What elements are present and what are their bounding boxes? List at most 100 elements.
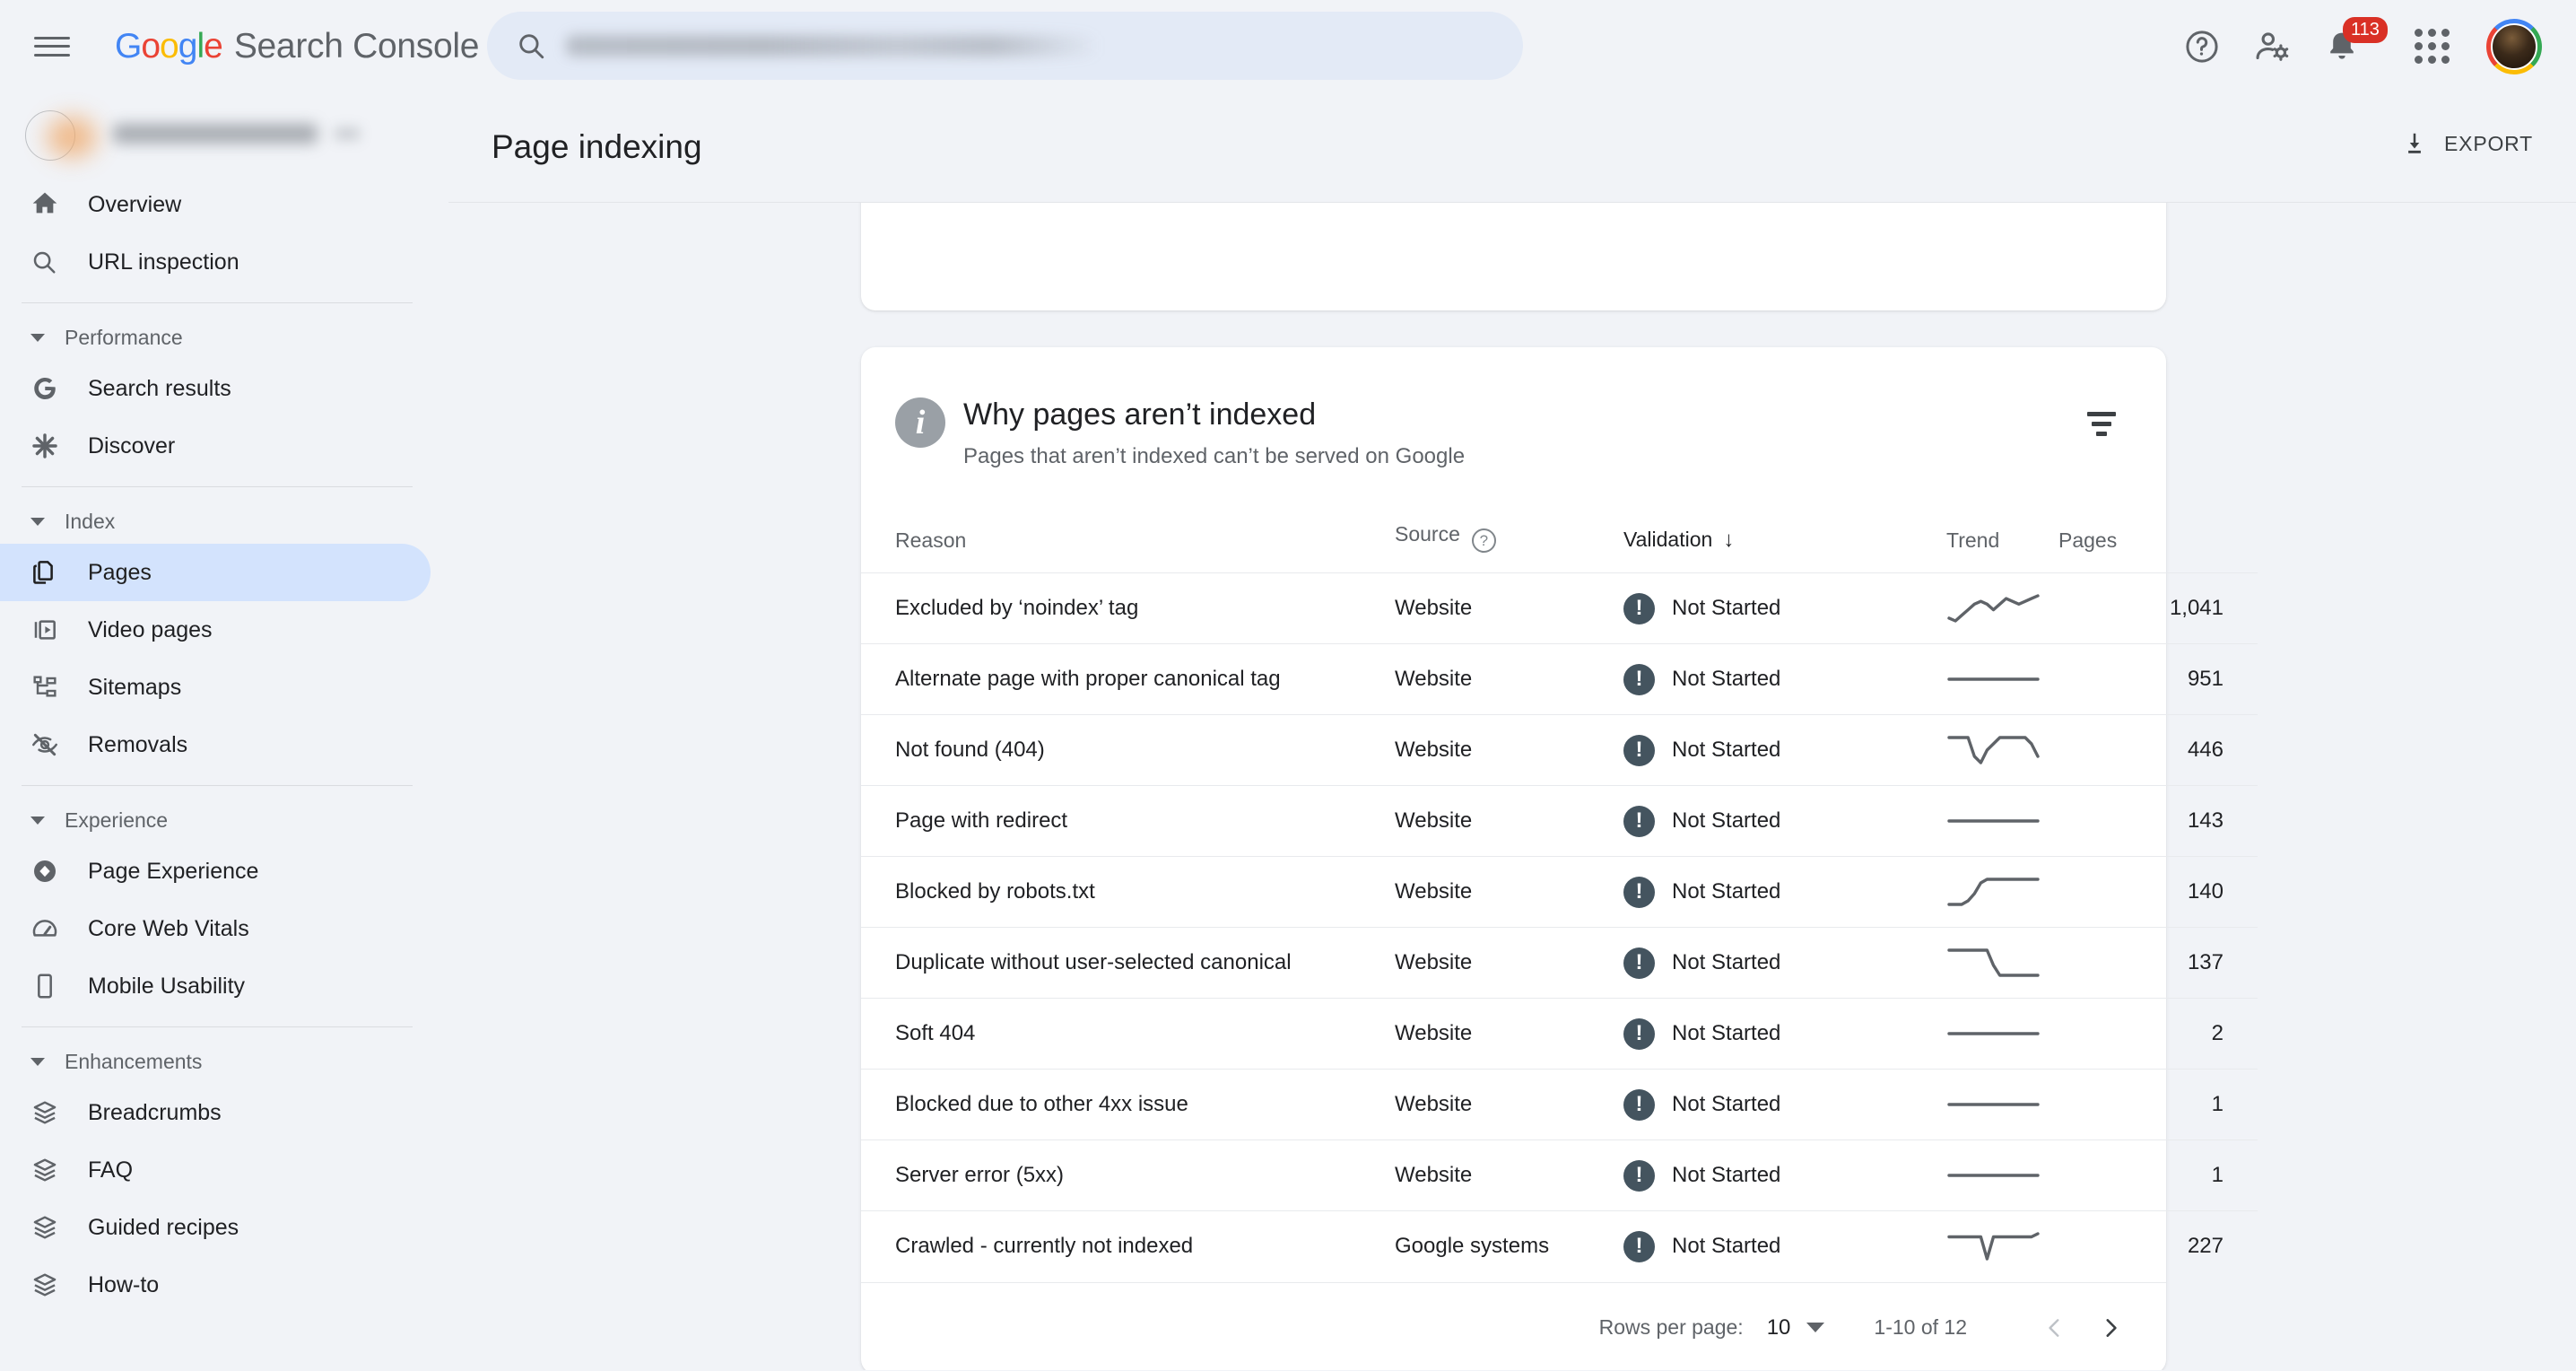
chevron-down-icon (30, 334, 45, 342)
table-row[interactable]: Duplicate without user-selected canonica… (861, 928, 2258, 999)
export-label: EXPORT (2444, 132, 2533, 156)
cell-source: Website (1395, 644, 1623, 715)
sidebar-item-pages[interactable]: Pages (0, 544, 431, 601)
status-badge-not-started: ! (1623, 1018, 1655, 1050)
table-row[interactable]: Blocked by robots.txtWebsite!Not Started… (861, 857, 2258, 928)
app-brand[interactable]: Google Search Console (115, 27, 479, 66)
apps-grid-icon[interactable] (2397, 12, 2467, 82)
notification-count-badge: 113 (2343, 17, 2388, 43)
page-experience-diamond-icon (30, 857, 72, 886)
table-row[interactable]: Crawled - currently not indexedGoogle sy… (861, 1211, 2258, 1282)
status-label: Not Started (1672, 1163, 1780, 1188)
page-title: Page indexing (492, 128, 702, 166)
top-bar-actions: 113 (2167, 0, 2542, 92)
cell-validation: !Not Started (1623, 1211, 1946, 1282)
status-label: Not Started (1672, 879, 1780, 904)
cell-pages: 140 (2058, 857, 2258, 928)
column-header-reason[interactable]: Reason (861, 522, 1395, 573)
sidebar-item-core-web-vitals[interactable]: Core Web Vitals (0, 900, 431, 957)
status-badge-not-started: ! (1623, 1089, 1655, 1121)
sidebar-item-sitemaps[interactable]: Sitemaps (0, 659, 431, 716)
page-header: Page indexing EXPORT (448, 92, 2576, 203)
sidebar-item-video-pages[interactable]: Video pages (0, 601, 431, 659)
property-name-redacted (113, 124, 318, 144)
table-row[interactable]: Excluded by ‘noindex’ tagWebsite!Not Sta… (861, 573, 2258, 644)
chevron-down-icon[interactable] (1806, 1323, 1824, 1332)
sidebar-item-guided-recipes[interactable]: Guided recipes (0, 1199, 431, 1256)
cell-trend (1946, 1211, 2058, 1282)
rows-per-page-value[interactable]: 10 (1767, 1315, 1791, 1340)
search-icon (516, 31, 546, 61)
sidebar-item-mobile-usability[interactable]: Mobile Usability (0, 957, 431, 1015)
sidebar-item-breadcrumbs[interactable]: Breadcrumbs (0, 1084, 431, 1141)
column-header-validation[interactable]: Validation↓ (1623, 522, 1946, 573)
status-label: Not Started (1672, 1092, 1780, 1117)
sidebar-item-discover[interactable]: Discover (0, 417, 431, 475)
home-icon (30, 190, 72, 219)
sidebar-item-label: URL inspection (88, 249, 239, 275)
sidebar-item-page-experience[interactable]: Page Experience (0, 843, 431, 900)
sidebar-item-search-results[interactable]: Search results (0, 360, 431, 417)
column-label: Reason (895, 528, 966, 552)
table-row[interactable]: Not found (404)Website!Not Started446 (861, 715, 2258, 786)
next-page-button[interactable] (2089, 1306, 2132, 1349)
table-row[interactable]: Alternate page with proper canonical tag… (861, 644, 2258, 715)
mobile-phone-icon (30, 972, 72, 1000)
sidebar-group-experience[interactable]: Experience (0, 798, 448, 843)
property-selector[interactable] (25, 108, 402, 163)
cell-trend (1946, 573, 2058, 644)
person-gear-icon[interactable] (2237, 12, 2307, 82)
column-header-pages[interactable]: Pages (2058, 522, 2258, 573)
cell-reason: Blocked due to other 4xx issue (861, 1070, 1395, 1140)
status-label: Not Started (1672, 1234, 1780, 1259)
column-header-trend[interactable]: Trend (1946, 522, 2058, 573)
layers-icon (30, 1156, 72, 1184)
notifications-bell-icon[interactable]: 113 (2307, 12, 2377, 82)
cell-trend (1946, 786, 2058, 857)
sidebar-item-how-to[interactable]: How-to (0, 1256, 431, 1314)
sidebar-item-removals[interactable]: Removals (0, 716, 431, 773)
sidebar-item-label: How-to (88, 1272, 159, 1298)
trend-sparkline (1946, 1018, 2041, 1049)
cell-pages: 1 (2058, 1070, 2258, 1140)
trend-sparkline (1946, 1231, 2041, 1262)
column-label: Pages (2058, 528, 2117, 552)
hamburger-menu-icon[interactable] (34, 33, 70, 60)
table-row[interactable]: Blocked due to other 4xx issueWebsite!No… (861, 1070, 2258, 1140)
table-row[interactable]: Soft 404Website!Not Started2 (861, 999, 2258, 1070)
sidebar-divider (22, 1026, 413, 1027)
sidebar-item-url-inspection[interactable]: URL inspection (0, 233, 431, 291)
status-badge-not-started: ! (1623, 735, 1655, 766)
trend-sparkline (1946, 806, 2041, 836)
cell-reason: Alternate page with proper canonical tag (861, 644, 1395, 715)
table-row[interactable]: Server error (5xx)Website!Not Started1 (861, 1140, 2258, 1211)
sidebar-item-label: Sitemaps (88, 675, 181, 701)
column-header-source[interactable]: Source? (1395, 522, 1623, 573)
cell-pages: 227 (2058, 1211, 2258, 1282)
cell-pages: 951 (2058, 644, 2258, 715)
status-label: Not Started (1672, 950, 1780, 975)
status-label: Not Started (1672, 596, 1780, 621)
cell-pages: 1 (2058, 1140, 2258, 1211)
cell-source: Website (1395, 1140, 1623, 1211)
sidebar-item-faq[interactable]: FAQ (0, 1141, 431, 1199)
table-row[interactable]: Page with redirectWebsite!Not Started143 (861, 786, 2258, 857)
status-label: Not Started (1672, 1021, 1780, 1046)
sidebar-group-enhancements[interactable]: Enhancements (0, 1039, 448, 1084)
search-input[interactable] (487, 12, 1523, 80)
google-logo: Google (115, 27, 222, 66)
search-icon (30, 249, 72, 275)
cell-reason: Not found (404) (861, 715, 1395, 786)
cell-validation: !Not Started (1623, 928, 1946, 999)
sidebar-item-overview[interactable]: Overview (0, 176, 431, 233)
help-circle-icon[interactable]: ? (1472, 528, 1496, 553)
prev-page-button[interactable] (2033, 1306, 2076, 1349)
user-avatar[interactable] (2486, 19, 2542, 74)
help-circle-icon[interactable] (2167, 12, 2237, 82)
status-badge-not-started: ! (1623, 593, 1655, 624)
sidebar-group-performance[interactable]: Performance (0, 315, 448, 360)
export-button[interactable]: EXPORT (2401, 130, 2533, 157)
sidebar-group-index[interactable]: Index (0, 499, 448, 544)
video-pages-icon (30, 616, 72, 644)
filter-funnel-icon[interactable] (2079, 403, 2124, 444)
